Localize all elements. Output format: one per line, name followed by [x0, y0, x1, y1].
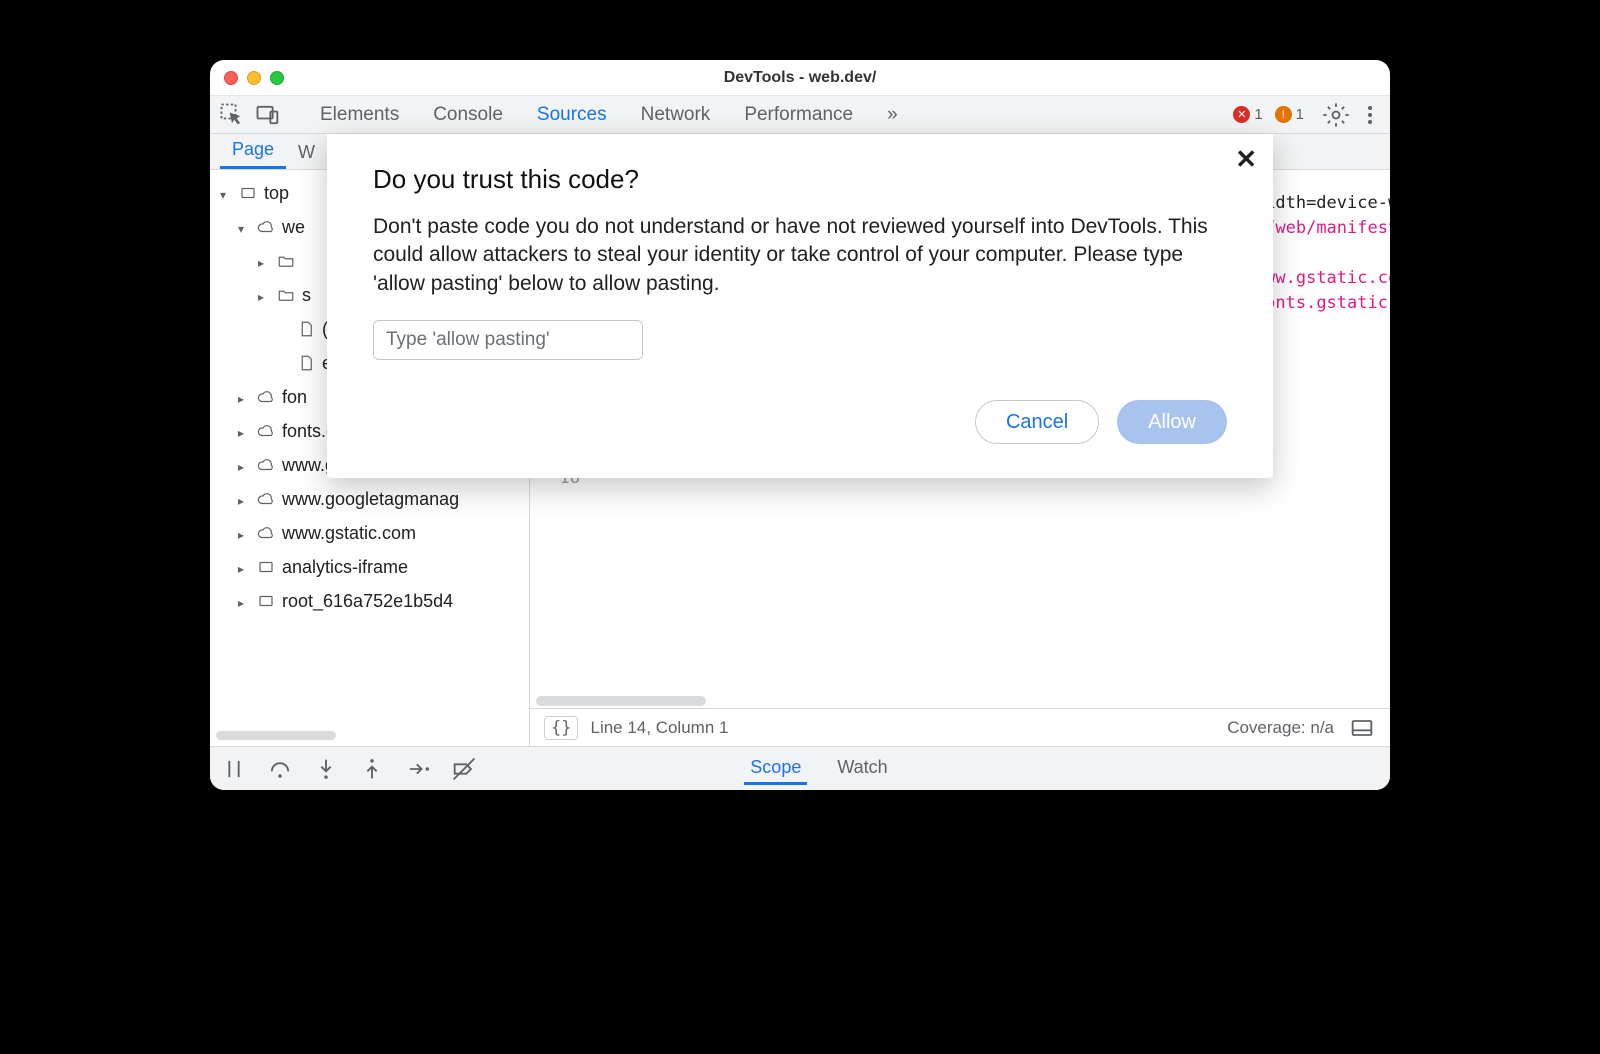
debugger-controls	[220, 755, 478, 783]
main-tabs: Elements Console Sources Network Perform…	[310, 98, 1225, 132]
coverage-indicator: Coverage: n/a	[1227, 718, 1334, 738]
folder-icon	[276, 251, 296, 271]
editor-statusbar: {} Line 14, Column 1 Coverage: n/a	[530, 708, 1390, 746]
debugger-sidebar-tabs: Scope Watch	[496, 753, 1142, 785]
issue-counters: ✕ 1 ! 1	[1233, 106, 1304, 123]
frame-icon	[238, 183, 258, 203]
step-over-icon[interactable]	[266, 755, 294, 783]
scope-tab[interactable]: Scope	[744, 753, 807, 785]
frame-icon	[256, 557, 276, 577]
error-count: 1	[1254, 106, 1262, 123]
allow-button[interactable]: Allow	[1117, 400, 1227, 444]
cloud-icon	[256, 489, 276, 509]
deactivate-breakpoints-icon[interactable]	[450, 755, 478, 783]
cursor-position: Line 14, Column 1	[590, 718, 728, 738]
tree-item-label: we	[282, 217, 305, 238]
device-toolbar-icon[interactable]	[254, 101, 282, 129]
file-purple-icon	[296, 353, 316, 373]
step-icon[interactable]	[404, 755, 432, 783]
pretty-print-button[interactable]: {}	[544, 716, 578, 740]
mac-titlebar: DevTools - web.dev/	[210, 60, 1390, 96]
file-icon	[296, 319, 316, 339]
dialog-body: Don't paste code you do not understand o…	[373, 213, 1227, 298]
error-icon: ✕	[1233, 106, 1250, 123]
tabs-overflow[interactable]: »	[877, 98, 908, 132]
tree-row[interactable]: root_616a752e1b5d4	[216, 584, 529, 618]
debugger-toolbar: Scope Watch	[210, 746, 1390, 790]
inspect-element-icon[interactable]	[218, 101, 246, 129]
navigator-tab-workspace[interactable]: W	[286, 136, 327, 169]
editor-horizontal-scrollbar[interactable]	[530, 694, 1390, 708]
step-out-icon[interactable]	[358, 755, 386, 783]
modal-backdrop: ✕ Do you trust this code? Don't paste co…	[210, 134, 1390, 478]
warning-badge[interactable]: ! 1	[1275, 106, 1304, 123]
cloud-icon	[256, 217, 276, 237]
cloud-icon	[256, 455, 276, 475]
step-into-icon[interactable]	[312, 755, 340, 783]
tab-elements[interactable]: Elements	[310, 98, 409, 132]
caret-icon[interactable]	[238, 387, 250, 408]
caret-icon[interactable]	[238, 591, 250, 612]
caret-icon[interactable]	[238, 217, 250, 238]
tab-sources[interactable]: Sources	[527, 98, 617, 132]
folder-icon	[276, 285, 296, 305]
tab-performance[interactable]: Performance	[734, 98, 863, 132]
caret-icon[interactable]	[238, 455, 250, 476]
devtools-window: DevTools - web.dev/ Elements Console Sou…	[210, 60, 1390, 790]
more-menu-icon[interactable]	[1358, 106, 1382, 124]
error-badge[interactable]: ✕ 1	[1233, 106, 1262, 123]
close-icon[interactable]: ✕	[1235, 144, 1257, 175]
tree-item-label: s	[302, 285, 311, 306]
pause-icon[interactable]	[220, 755, 248, 783]
cloud-icon	[256, 523, 276, 543]
window-title: DevTools - web.dev/	[210, 69, 1390, 87]
tree-item-label: www.googletagmanag	[282, 489, 459, 510]
tab-network[interactable]: Network	[631, 98, 721, 132]
gear-icon[interactable]	[1322, 101, 1350, 129]
cancel-button[interactable]: Cancel	[975, 400, 1099, 444]
caret-icon[interactable]	[238, 523, 250, 544]
tree-row[interactable]: www.gstatic.com	[216, 516, 529, 550]
cloud-icon	[256, 387, 276, 407]
tree-item-label: fon	[282, 387, 307, 408]
tree-row[interactable]: analytics-iframe	[216, 550, 529, 584]
caret-icon[interactable]	[220, 183, 232, 204]
cloud-icon	[256, 421, 276, 441]
dialog-title: Do you trust this code?	[373, 164, 1227, 195]
caret-icon[interactable]	[238, 489, 250, 510]
tree-item-label: top	[264, 183, 289, 204]
warning-icon: !	[1275, 106, 1292, 123]
allow-pasting-input[interactable]	[373, 320, 643, 360]
caret-icon[interactable]	[258, 285, 270, 306]
frame-icon	[256, 591, 276, 611]
navigator-scrollbar[interactable]	[216, 731, 336, 740]
tree-item-label: root_616a752e1b5d4	[282, 591, 453, 612]
navigator-tab-page[interactable]: Page	[220, 133, 286, 169]
tree-item-label: analytics-iframe	[282, 557, 408, 578]
tree-item-label: www.gstatic.com	[282, 523, 416, 544]
devtools-toolbar: Elements Console Sources Network Perform…	[210, 96, 1390, 134]
caret-icon[interactable]	[258, 251, 270, 272]
trust-code-dialog: ✕ Do you trust this code? Don't paste co…	[327, 134, 1273, 478]
warning-count: 1	[1296, 106, 1304, 123]
tree-row[interactable]: www.googletagmanag	[216, 482, 529, 516]
show-drawer-icon[interactable]	[1348, 714, 1376, 742]
caret-icon[interactable]	[238, 421, 250, 442]
caret-icon[interactable]	[238, 557, 250, 578]
tab-console[interactable]: Console	[423, 98, 513, 132]
watch-tab[interactable]: Watch	[831, 753, 893, 785]
